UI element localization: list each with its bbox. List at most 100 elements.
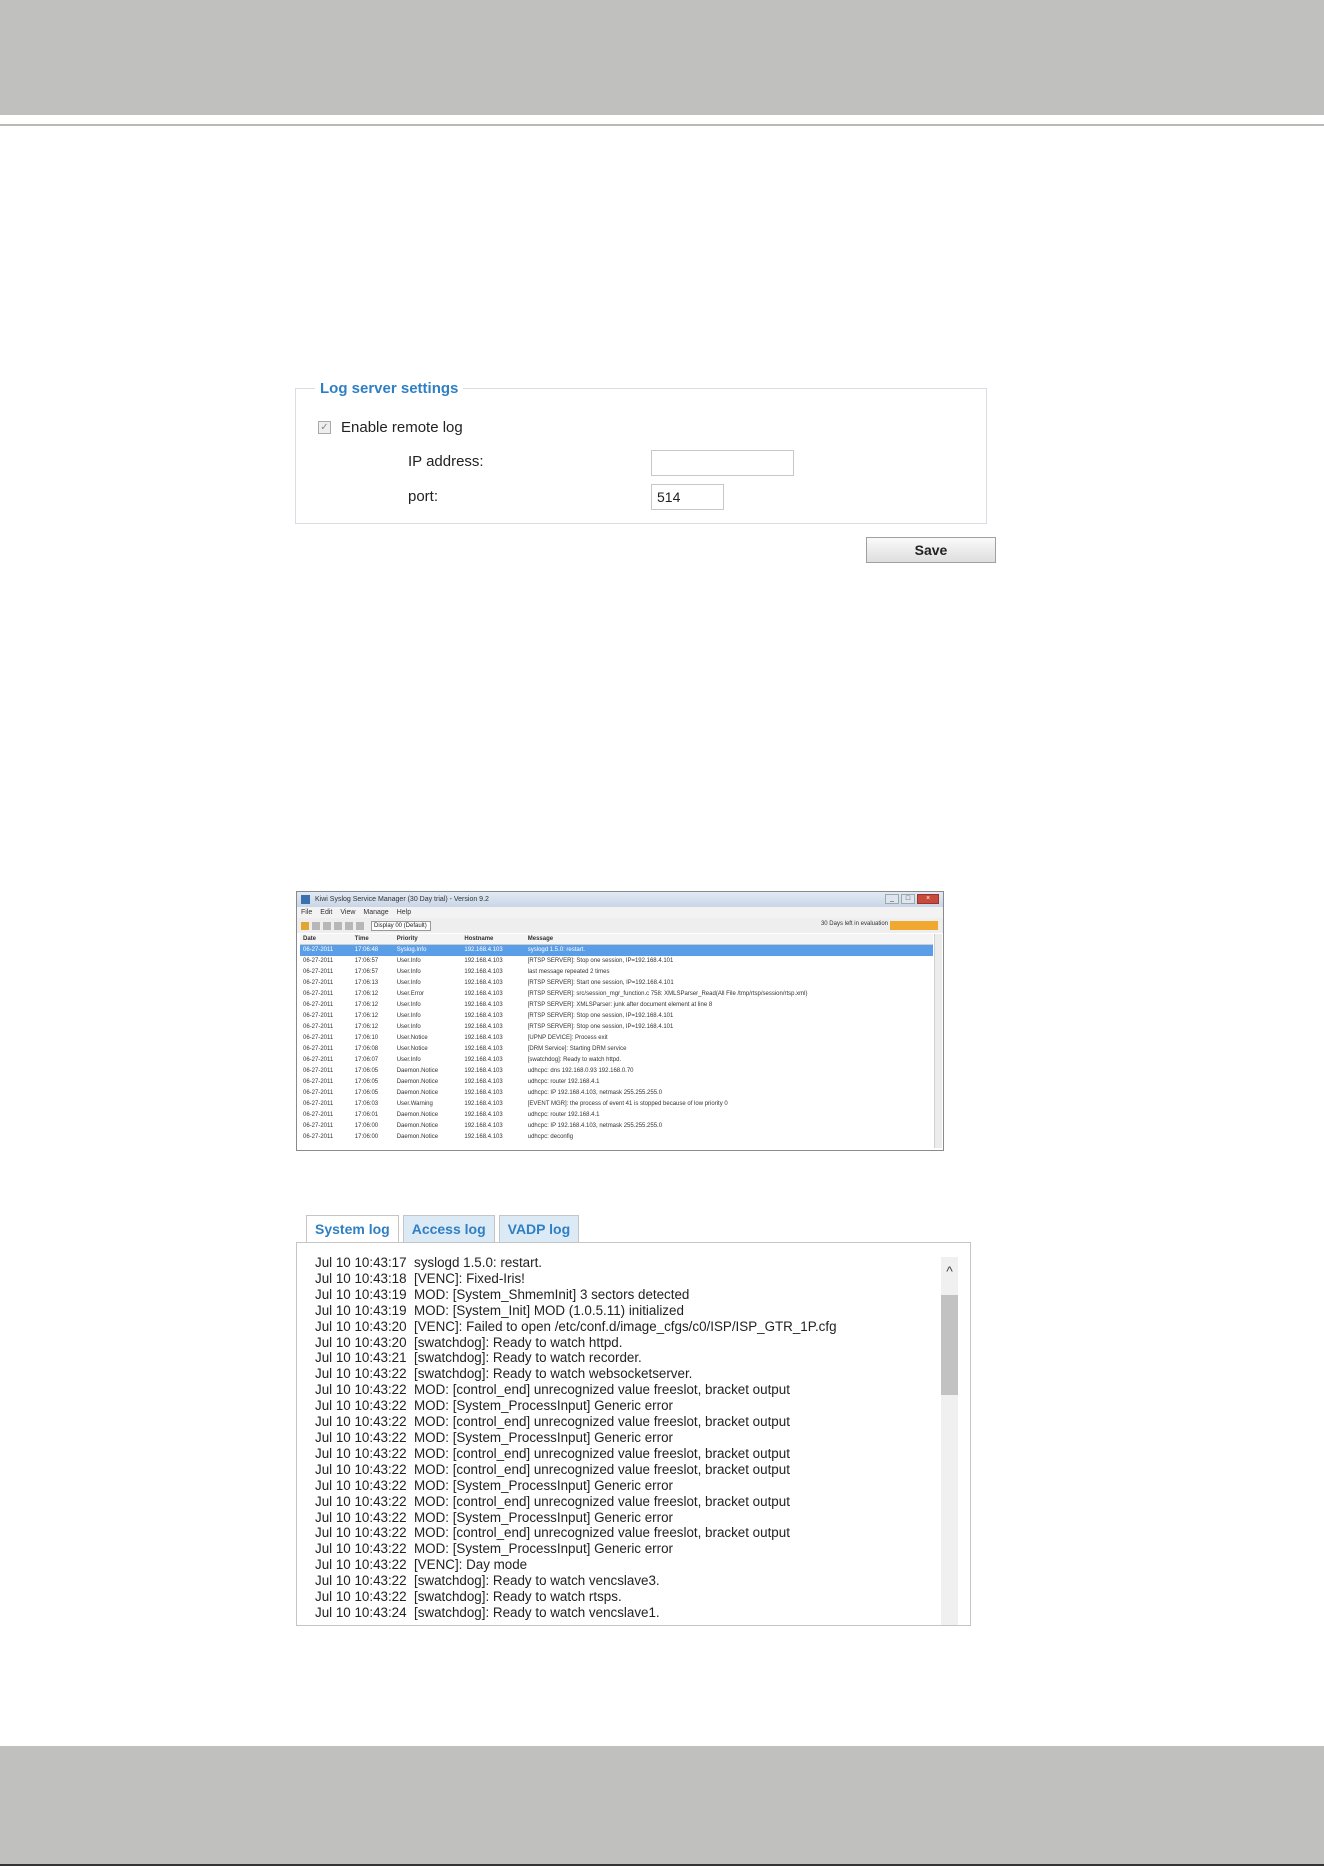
syslog-scrollbar[interactable] [934, 934, 942, 1148]
syslog-cell: udhcpc: dns 192.168.0.93 192.168.0.70 [527, 1068, 634, 1074]
menu-view[interactable]: View [340, 907, 355, 918]
minimize-icon[interactable]: _ [885, 894, 899, 904]
syslog-row[interactable]: 06-27-2011 17:06:03 User.Warning 192.168.4.… [300, 1099, 933, 1110]
syslog-cell: Daemon.Notice [396, 1112, 439, 1118]
syslog-cell: udhcpc: deconfig [527, 1134, 574, 1140]
syslog-cell: 17:06:01 [354, 1112, 379, 1118]
syslog-cell: [UPNP DEVICE]: Process exit [527, 1035, 608, 1041]
syslog-cell: 17:06:00 [354, 1134, 379, 1140]
ip-address-input[interactable] [651, 450, 794, 476]
log-scrollbar[interactable]: ^ [941, 1257, 958, 1625]
syslog-row[interactable]: 06-27-2011 17:06:48 Syslog.Info 192.168.4.1… [300, 944, 933, 956]
syslog-row[interactable]: 06-27-2011 17:06:57 User.Info 192.168.4.103… [300, 967, 933, 978]
log-line: Jul 10 10:43:22 [swatchdog]: Ready to wa… [315, 1573, 660, 1589]
syslog-cell: syslogd 1.5.0: restart. [524, 944, 933, 956]
syslog-cell: last message repeated 2 times [527, 969, 610, 975]
syslog-cell: 192.168.4.103 [464, 1024, 503, 1030]
syslog-row[interactable]: 06-27-2011 17:06:12 User.Info 192.168.4.103… [300, 1011, 933, 1022]
log-line: Jul 10 10:43:22 MOD: [System_ProcessInpu… [315, 1398, 673, 1414]
alert-icon[interactable] [301, 921, 309, 930]
syslog-cell: 192.168.4.103 [464, 1057, 503, 1063]
syslog-cell: User.Info [396, 958, 421, 964]
syslog-cell: Daemon.Notice [396, 1068, 439, 1074]
syslog-cell: User.Info [396, 1057, 421, 1063]
syslog-row[interactable]: 06-27-2011 17:06:12 User.Info 192.168.4.103… [300, 1000, 933, 1011]
window-controls: _ □ × [885, 894, 939, 904]
syslog-cell: 06-27-2011 [303, 1123, 334, 1129]
syslog-cell: User.Info [396, 1002, 421, 1008]
display-select[interactable]: Display 00 (Default) [371, 920, 431, 931]
syslog-cell: 06-27-2011 [303, 1101, 334, 1107]
syslog-cell: User.Notice [396, 1046, 428, 1052]
chart-icon[interactable] [334, 921, 342, 930]
syslog-cell: 06-27-2011 [303, 1090, 334, 1096]
syslog-cell: 192.168.4.103 [464, 1002, 503, 1008]
syslog-row[interactable]: 06-27-2011 17:06:12 User.Info 192.168.4.103… [300, 1022, 933, 1033]
syslog-cell: 192.168.4.103 [464, 969, 503, 975]
syslog-row[interactable]: 06-27-2011 17:06:05 Daemon.Notice 192.168.4… [300, 1077, 933, 1088]
syslog-row[interactable]: 06-27-2011 17:06:07 User.Info 192.168.4.103… [300, 1055, 933, 1066]
manual-page: Log server settings ✓ Enable remote log … [0, 0, 1324, 1872]
clear-icon[interactable] [312, 921, 320, 930]
syslog-cell: User.Info [396, 969, 421, 975]
syslog-cell: Daemon.Notice [396, 1079, 439, 1085]
syslog-cell: 17:06:07 [354, 1057, 379, 1063]
syslog-cell: 192.168.4.103 [464, 1035, 503, 1041]
syslog-row[interactable]: 06-27-2011 17:06:05 Daemon.Notice 192.168.4… [300, 1066, 933, 1077]
log-line: Jul 10 10:43:22 MOD: [System_ProcessInpu… [315, 1541, 673, 1557]
syslog-row[interactable]: 06-27-2011 17:06:57 User.Info 192.168.4.103… [300, 956, 933, 967]
col-priority[interactable]: Priority [393, 934, 462, 945]
col-time[interactable]: Time [351, 934, 394, 945]
syslog-row[interactable]: 06-27-2011 17:06:01 Daemon.Notice 192.168.4… [300, 1110, 933, 1121]
tab-access-log[interactable]: Access log [402, 1215, 495, 1243]
scroll-up-icon[interactable]: ^ [941, 1257, 958, 1287]
menu-file[interactable]: File [301, 907, 312, 918]
enable-remote-log-label: Enable remote log [341, 419, 463, 436]
log-line: Jul 10 10:43:22 MOD: [control_end] unrec… [315, 1445, 790, 1461]
syslog-row[interactable]: 06-27-2011 17:06:12 User.Error 192.168.4.10… [300, 989, 933, 1000]
close-icon[interactable]: × [917, 894, 939, 904]
syslog-row[interactable]: 06-27-2011 17:06:13 User.Info 192.168.4.103… [300, 978, 933, 989]
scroll-thumb[interactable] [941, 1295, 958, 1395]
copy-icon[interactable] [323, 921, 331, 930]
col-hostname[interactable]: Hostname [461, 934, 525, 945]
syslog-cell: 192.168.4.103 [464, 1112, 503, 1118]
col-date[interactable]: Date [300, 934, 352, 945]
syslog-cell: udhcpc: IP 192.168.4.103, netmask 255.25… [527, 1123, 663, 1129]
syslog-row[interactable]: 06-27-2011 17:06:00 Daemon.Notice 192.168.4… [300, 1132, 933, 1143]
syslog-cell: 192.168.4.103 [464, 1101, 503, 1107]
syslog-cell: [RTSP SERVER]: Stop one session, IP=192.… [527, 958, 674, 964]
syslog-cell: [EVENT MGR]: the process of event 41 is … [527, 1101, 728, 1107]
port-input[interactable] [651, 484, 724, 510]
syslog-grid: Date Time Priority Hostname Message 06-2… [300, 934, 933, 1148]
syslog-cell: 06-27-2011 [303, 1112, 334, 1118]
syslog-cell: [RTSP SERVER]: XMLSParser: junk after do… [527, 1002, 713, 1008]
maximize-icon[interactable]: □ [901, 894, 915, 904]
save-icon[interactable] [345, 921, 353, 930]
system-log-lines: Jul 10 10:43:17 syslogd 1.5.0: restart. J… [315, 1255, 942, 1621]
syslog-cell: 06-27-2011 [303, 1057, 334, 1063]
syslog-cell: 17:06:57 [354, 969, 379, 975]
syslog-row[interactable]: 06-27-2011 17:06:00 Daemon.Notice 192.168.4… [300, 1121, 933, 1132]
log-line: Jul 10 10:43:22 MOD: [control_end] unrec… [315, 1382, 790, 1398]
syslog-cell: 192.168.4.103 [461, 944, 525, 956]
syslog-cell: 06-27-2011 [303, 1035, 334, 1041]
tab-system-log[interactable]: System log [306, 1215, 399, 1244]
tab-vadp-log[interactable]: VADP log [498, 1215, 580, 1243]
syslog-cell: 192.168.4.103 [464, 1090, 503, 1096]
menu-help[interactable]: Help [397, 907, 411, 918]
syslog-row[interactable]: 06-27-2011 17:06:05 Daemon.Notice 192.168.4… [300, 1088, 933, 1099]
menu-edit[interactable]: Edit [320, 907, 332, 918]
syslog-row[interactable]: 06-27-2011 17:06:10 User.Notice 192.168.4.1… [300, 1033, 933, 1044]
save-button[interactable]: Save [866, 537, 996, 563]
enable-remote-log-checkbox[interactable]: ✓ [318, 421, 331, 434]
header-rule [0, 124, 1324, 126]
help-icon[interactable] [356, 921, 364, 930]
enable-remote-log-row[interactable]: ✓ Enable remote log [318, 419, 463, 436]
syslog-window-title: Kiwi Syslog Service Manager (30 Day tria… [315, 896, 489, 903]
syslog-cell: 06-27-2011 [303, 991, 334, 997]
log-line: Jul 10 10:43:18 [VENC]: Fixed-Iris! [315, 1270, 525, 1286]
menu-manage[interactable]: Manage [363, 907, 388, 918]
syslog-row[interactable]: 06-27-2011 17:06:08 User.Notice 192.168.4.1… [300, 1044, 933, 1055]
col-message[interactable]: Message [524, 934, 933, 945]
